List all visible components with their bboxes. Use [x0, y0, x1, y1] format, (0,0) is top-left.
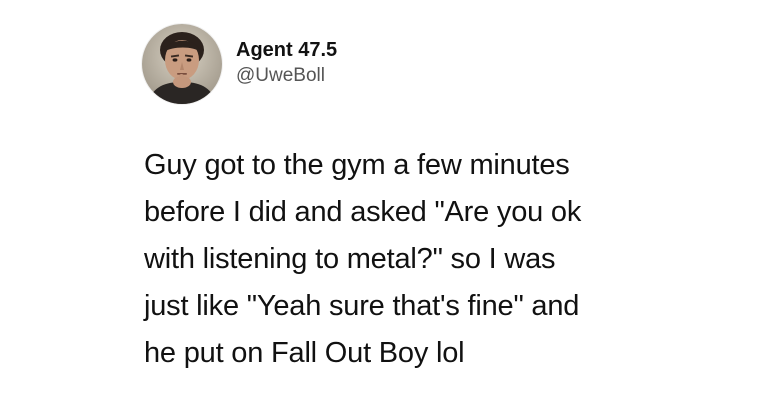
tweet-text-line: Guy got to the gym a few minutes	[144, 149, 570, 181]
display-name[interactable]: Agent 47.5	[236, 37, 337, 63]
tweet-text-line: just like "Yeah sure that's fine" and	[144, 290, 580, 322]
tweet-text-line: he put on Fall Out Boy lol	[144, 337, 465, 369]
tweet-header: Agent 47.5 @UweBoll	[142, 24, 337, 104]
avatar[interactable]	[142, 24, 222, 104]
tweet-card: Agent 47.5 @UweBoll Guy got to the gym a…	[0, 0, 768, 402]
tweet-text: Guy got to the gym a few minutes before …	[144, 142, 704, 377]
tweet-text-line: with listening to metal?" so I was	[144, 243, 556, 275]
tweet-text-line: before I did and asked "Are you ok	[144, 196, 582, 228]
profile-photo	[142, 24, 222, 104]
handle[interactable]: @UweBoll	[236, 63, 337, 89]
author-names: Agent 47.5 @UweBoll	[236, 37, 337, 89]
